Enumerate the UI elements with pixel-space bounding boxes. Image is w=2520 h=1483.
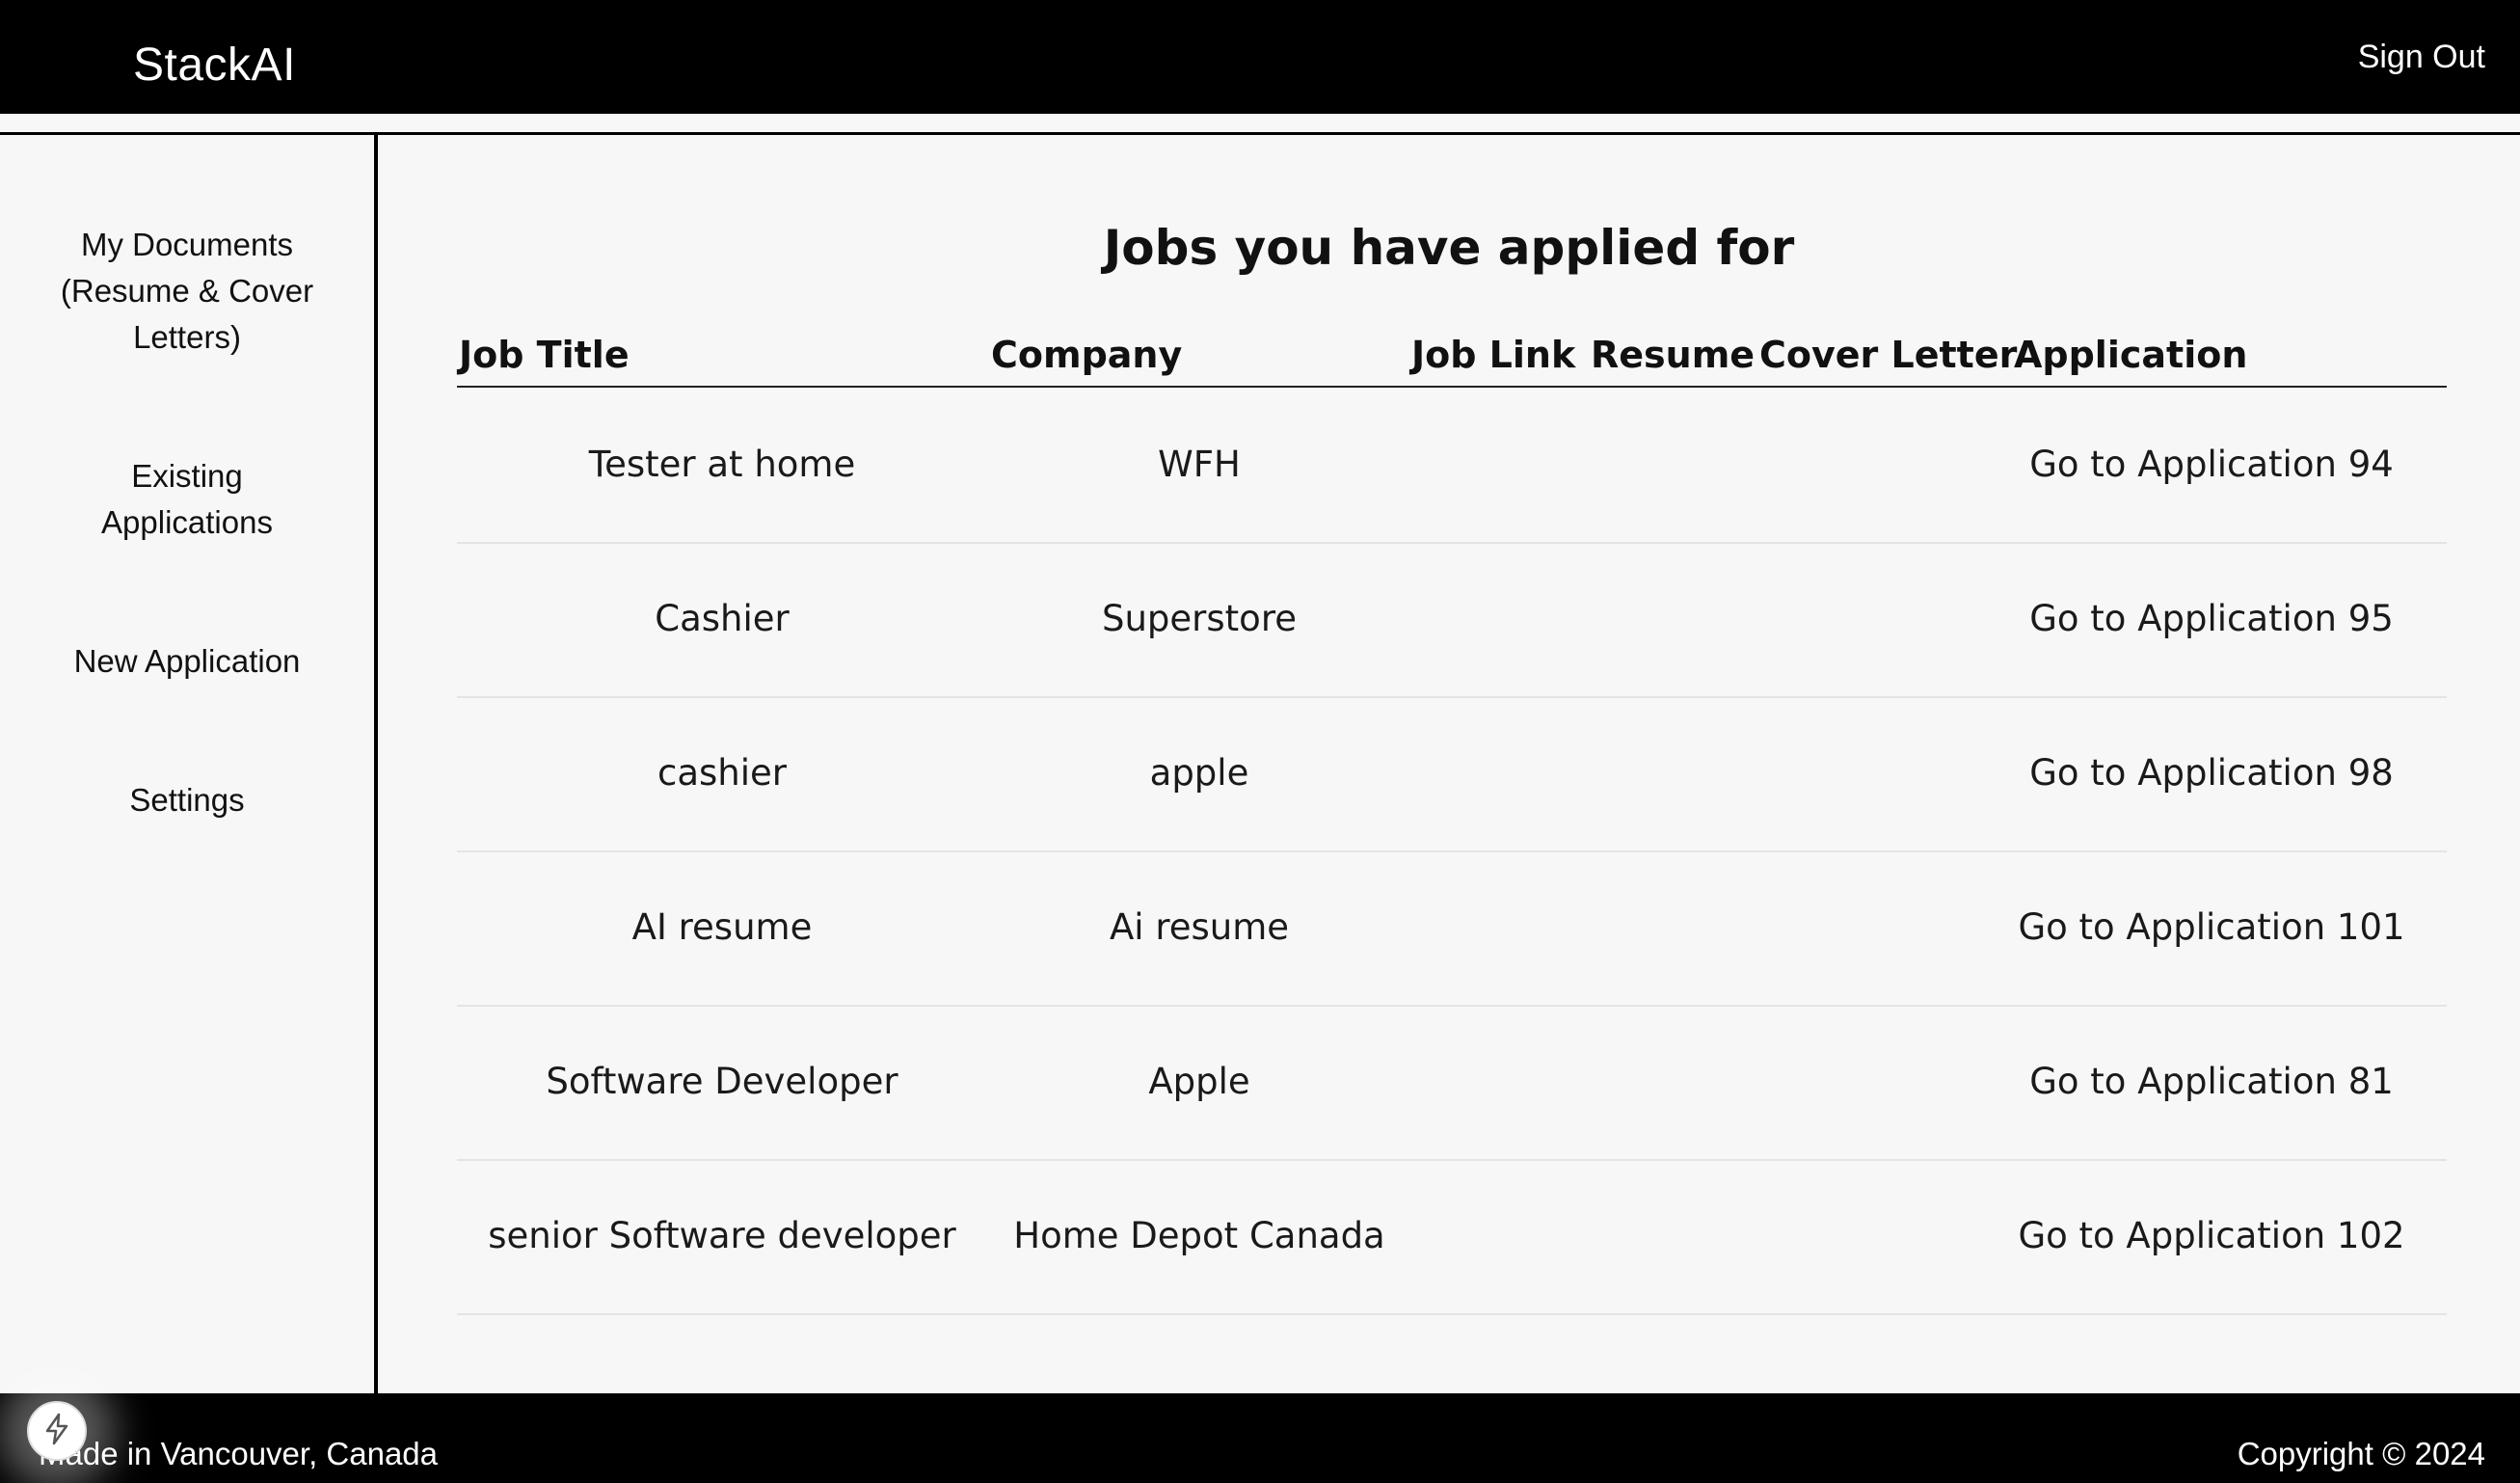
go-to-application-link[interactable]: Go to Application 98	[2009, 752, 2414, 794]
sidebar-item-label: New Application	[73, 643, 301, 679]
go-to-application-link[interactable]: Go to Application 81	[2009, 1061, 2414, 1102]
column-header-job-link: Job Link	[1411, 334, 1576, 376]
sign-out-link[interactable]: Sign Out	[2358, 39, 2485, 76]
column-header-resume: Resume	[1591, 334, 1756, 376]
go-to-application-link[interactable]: Go to Application 94	[2009, 444, 2414, 485]
company-cell: Ai resume	[1109, 906, 1290, 948]
column-header-company: Company	[991, 334, 1183, 376]
brand-logo[interactable]: StackAI	[133, 39, 296, 92]
column-header-cover-letter: Cover Letter	[1759, 334, 2018, 376]
company-cell: Home Depot Canada	[1013, 1215, 1385, 1256]
sidebar-item-label: My Documents (Resume & Cover Letters)	[60, 227, 314, 355]
footer: Made in Vancouver, Canada Copyright © 20…	[0, 1393, 2520, 1483]
sidebar-item-label: Settings	[129, 782, 245, 818]
page-title: Jobs you have applied for	[1103, 220, 1795, 276]
company-cell: apple	[1149, 752, 1249, 794]
table-row: senior Software developer Home Depot Can…	[457, 1161, 2447, 1315]
table-header: Job Title Company Job Link Resume Cover …	[457, 328, 2447, 388]
go-to-application-link[interactable]: Go to Application 95	[2009, 598, 2414, 639]
job-title-cell: senior Software developer	[488, 1215, 956, 1256]
table-row: Tester at home WFH Go to Application 94	[457, 390, 2447, 544]
column-header-job-title: Job Title	[459, 334, 630, 376]
sidebar-item-label: Existing Applications	[101, 458, 273, 540]
company-cell: WFH	[1158, 444, 1241, 485]
job-title-cell: Tester at home	[588, 444, 856, 485]
company-cell: Superstore	[1102, 598, 1297, 639]
job-title-cell: cashier	[657, 752, 787, 794]
sidebar-item-new-application[interactable]: New Application	[0, 638, 374, 685]
job-title-cell: Cashier	[655, 598, 790, 639]
dev-tools-button[interactable]	[27, 1401, 87, 1461]
job-title-cell: AI resume	[631, 906, 813, 948]
footer-copyright: Copyright © 2024	[2237, 1436, 2485, 1471]
go-to-application-link[interactable]: Go to Application 102	[2009, 1215, 2414, 1256]
go-to-application-link[interactable]: Go to Application 101	[2009, 906, 2414, 948]
company-cell: Apple	[1148, 1061, 1250, 1102]
sidebar-item-existing-applications[interactable]: Existing Applications	[0, 453, 374, 546]
table-row: AI resume Ai resume Go to Application 10…	[457, 852, 2447, 1007]
table-row: Cashier Superstore Go to Application 95	[457, 544, 2447, 698]
table-row: Software Developer Apple Go to Applicati…	[457, 1007, 2447, 1161]
table-row: cashier apple Go to Application 98	[457, 698, 2447, 852]
footer-location-text: Made in Vancouver, Canada	[39, 1436, 438, 1471]
sidebar-item-my-documents[interactable]: My Documents (Resume & Cover Letters)	[0, 222, 374, 361]
top-header: StackAI Sign Out	[0, 0, 2520, 114]
sidebar: My Documents (Resume & Cover Letters) Ex…	[0, 135, 374, 1393]
bolt-icon	[42, 1413, 71, 1450]
main-content: Jobs you have applied for Job Title Comp…	[378, 135, 2520, 1393]
sidebar-item-settings[interactable]: Settings	[0, 777, 374, 823]
column-header-application: Application	[2014, 334, 2248, 376]
job-title-cell: Software Developer	[546, 1061, 898, 1102]
